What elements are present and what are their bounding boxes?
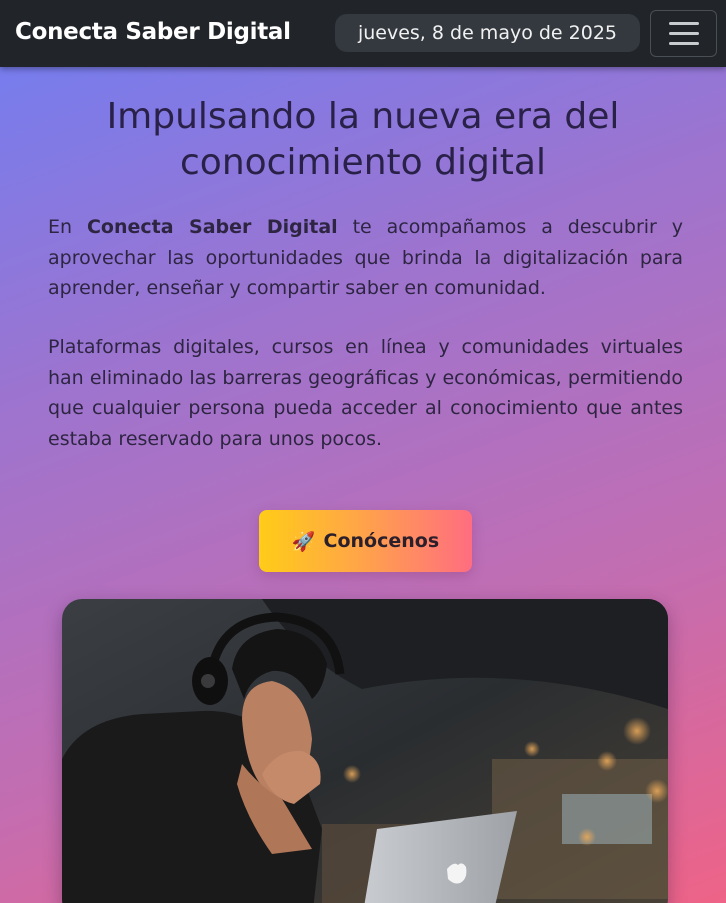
hero-title: Impulsando la nueva era del conocimiento… <box>106 96 620 183</box>
hamburger-line <box>668 22 699 25</box>
hamburger-menu-button[interactable] <box>650 10 717 57</box>
conocenos-label: Conócenos <box>323 530 440 552</box>
conocenos-button[interactable]: 🚀 Conócenos <box>259 510 472 572</box>
hamburger-line <box>668 32 699 35</box>
rocket-icon: 🚀 <box>291 530 316 553</box>
top-navbar: Conecta Saber Digital jueves, 8 de mayo … <box>0 0 726 67</box>
hamburger-line <box>668 42 699 45</box>
current-date-badge: jueves, 8 de mayo de 2025 <box>335 14 640 52</box>
platforms-paragraph: Plataformas digitales, cursos en línea y… <box>48 336 683 450</box>
hero-photo <box>62 599 668 903</box>
brand-logo-text[interactable]: Conecta Saber Digital <box>15 19 291 45</box>
intro-paragraph: En Conecta Saber Digital te acompañamos … <box>48 212 683 304</box>
intro-prefix: En <box>48 216 87 238</box>
person-with-headphones-laptop-image <box>62 599 668 903</box>
intro-brand-name: Conecta Saber Digital <box>86 216 338 238</box>
